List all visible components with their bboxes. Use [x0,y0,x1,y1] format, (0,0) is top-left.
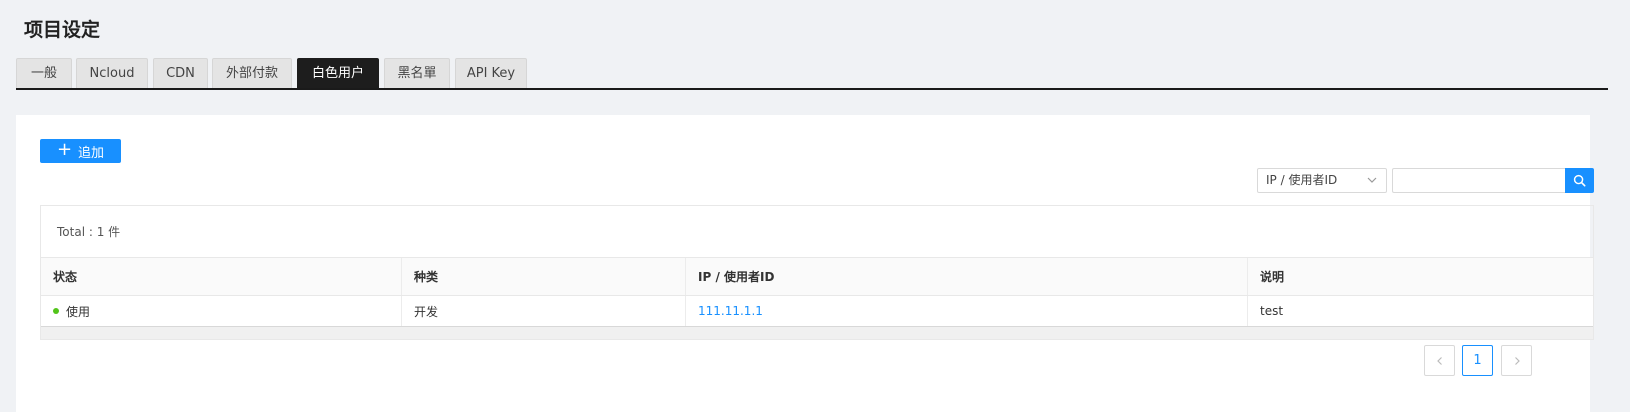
table-header: 状态 种类 IP / 使用者ID 说明 [41,257,1593,296]
search-icon [1573,174,1586,187]
type-cell: 开发 [402,296,686,326]
search-button[interactable] [1565,168,1594,193]
add-button-label: 追加 [78,145,105,161]
next-page-button[interactable] [1501,345,1532,376]
tab-general[interactable]: 一般 [16,58,72,88]
prev-page-button[interactable] [1424,345,1455,376]
tab-cdn[interactable]: CDN [153,58,208,88]
ip-user-id-link[interactable]: 111.11.1.1 [698,304,763,318]
total-count: Total : 1 件 [57,225,121,239]
status-text: 使用 [66,304,91,319]
search-field-select[interactable]: IP / 使用者ID [1257,168,1387,193]
whitelist-table: Total : 1 件 状态 种类 IP / 使用者ID 说明 使用 开发 11… [40,205,1594,340]
column-header-ip-user-id: IP / 使用者ID [686,258,1248,295]
tab-external-payment[interactable]: 外部付款 [212,58,292,88]
tab-whitelist-users[interactable]: 白色用户 [297,58,379,88]
search-input[interactable] [1392,168,1565,193]
page-number-button[interactable]: 1 [1462,345,1493,376]
chevron-right-icon [1514,356,1520,365]
tab-bar: 一般 Ncloud CDN 外部付款 白色用户 黑名單 API Key [16,58,1608,90]
table-row[interactable]: 使用 开发 111.11.1.1 test [41,296,1593,327]
description-cell: test [1260,304,1284,318]
column-header-description: 说明 [1260,270,1285,284]
tab-api-key[interactable]: API Key [455,58,527,88]
status-cell: 使用 [41,296,402,326]
column-header-status: 状态 [41,258,402,295]
tab-ncloud[interactable]: Ncloud [76,58,148,88]
chevron-left-icon [1436,356,1442,365]
status-dot-icon [53,308,59,314]
horizontal-scrollbar[interactable] [41,327,1593,339]
content-card: + 追加 IP / 使用者ID Total : 1 件 状态 种类 IP / 使… [16,115,1594,412]
add-button[interactable]: + 追加 [40,139,121,163]
column-header-type: 种类 [402,258,686,295]
search-field-selected-value: IP / 使用者ID [1266,173,1338,187]
plus-icon: + [56,139,73,160]
chevron-down-icon [1367,177,1377,183]
tab-blacklist[interactable]: 黑名單 [384,58,450,88]
ip-user-id-cell: 111.11.1.1 [686,296,1248,326]
page-title: 项目设定 [24,19,101,41]
